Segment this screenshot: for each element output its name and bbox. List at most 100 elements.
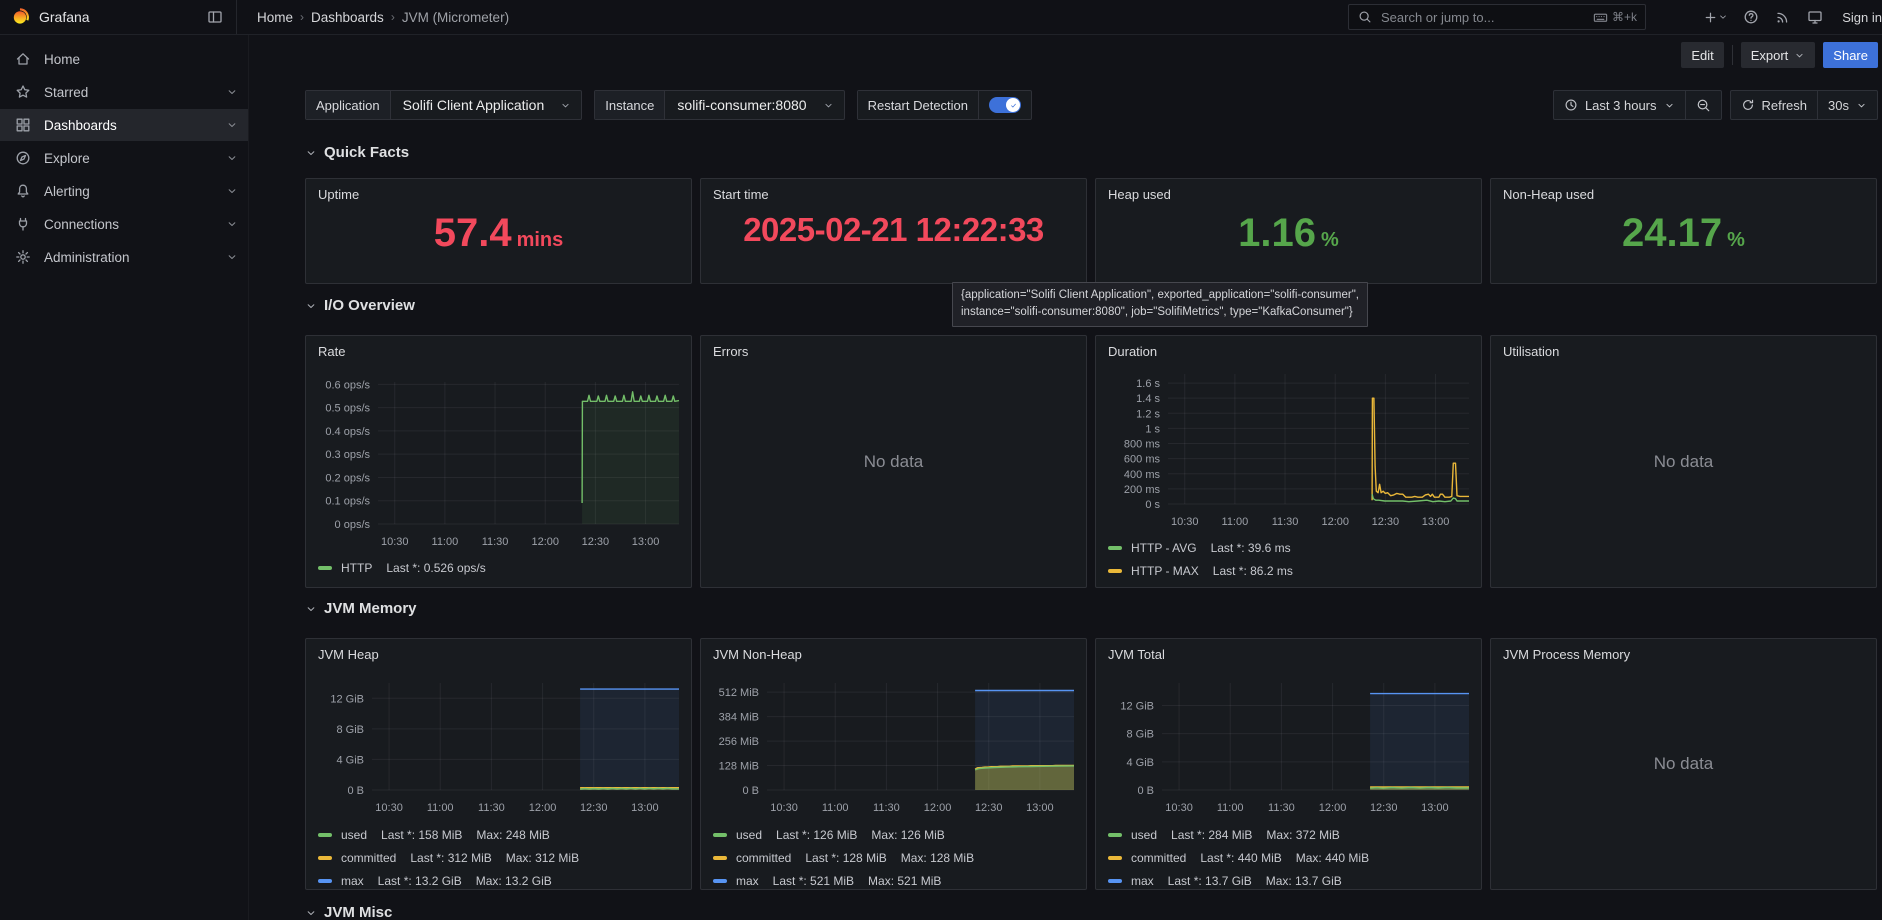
chevron-down-icon[interactable] bbox=[226, 218, 238, 230]
svg-text:128 MiB: 128 MiB bbox=[719, 761, 759, 773]
legend-item-http[interactable]: HTTPLast *: 0.526 ops/s bbox=[318, 556, 685, 579]
series-color-swatch bbox=[713, 879, 727, 883]
chevron-down-icon[interactable] bbox=[226, 119, 238, 131]
legend-item-max[interactable]: maxLast *: 521 MiBMax: 521 MiB bbox=[713, 869, 1080, 892]
panel-title[interactable]: Duration bbox=[1108, 344, 1157, 359]
time-range-picker[interactable]: Last 3 hours bbox=[1554, 91, 1685, 119]
svg-text:13:00: 13:00 bbox=[1026, 802, 1054, 814]
panel-title[interactable]: Errors bbox=[713, 344, 748, 359]
legend-item-max[interactable]: maxLast *: 13.2 GiBMax: 13.2 GiB bbox=[318, 869, 685, 892]
search-input[interactable] bbox=[1379, 9, 1587, 26]
restart-detection-toggle[interactable] bbox=[979, 91, 1031, 119]
panel-title[interactable]: JVM Non-Heap bbox=[713, 647, 802, 662]
svg-text:10:30: 10:30 bbox=[770, 802, 798, 814]
section-jvm-misc[interactable]: JVM Misc bbox=[305, 904, 392, 920]
legend-item-used[interactable]: usedLast *: 126 MiBMax: 126 MiB bbox=[713, 823, 1080, 846]
variable-label: Application bbox=[306, 91, 391, 119]
svg-text:1.4 s: 1.4 s bbox=[1136, 393, 1160, 405]
section-quick-facts[interactable]: Quick Facts bbox=[305, 144, 409, 161]
series-last-value: Last *: 128 MiB bbox=[805, 851, 886, 865]
sidebar-item-explore[interactable]: Explore bbox=[0, 142, 248, 174]
legend-item-http-avg[interactable]: HTTP - AVGLast *: 39.6 ms bbox=[1108, 536, 1475, 559]
svg-text:0 s: 0 s bbox=[1145, 499, 1160, 511]
grafana-logo[interactable] bbox=[10, 7, 30, 27]
sidebar-item-dashboards[interactable]: Dashboards bbox=[0, 109, 248, 141]
chevron-down-icon[interactable] bbox=[226, 152, 238, 164]
legend-item-max[interactable]: maxLast *: 13.7 GiBMax: 13.7 GiB bbox=[1108, 869, 1475, 892]
legend-item-used[interactable]: usedLast *: 158 MiBMax: 248 MiB bbox=[318, 823, 685, 846]
svg-text:400 ms: 400 ms bbox=[1124, 469, 1161, 481]
sidebar-item-starred[interactable]: Starred bbox=[0, 76, 248, 108]
jvm-nonheap-chart[interactable]: 0 B128 MiB256 MiB384 MiB512 MiB10:3011:0… bbox=[701, 639, 1086, 889]
sidebar-item-home[interactable]: Home bbox=[0, 43, 248, 75]
chevron-down-icon bbox=[823, 100, 834, 111]
panel-title[interactable]: Rate bbox=[318, 344, 345, 359]
zoom-out-button[interactable] bbox=[1685, 91, 1721, 119]
section-io-overview[interactable]: I/O Overview bbox=[305, 297, 415, 314]
breadcrumb-item[interactable]: Home bbox=[257, 10, 293, 25]
legend-item-http-max[interactable]: HTTP - MAXLast *: 86.2 ms bbox=[1108, 559, 1475, 582]
sign-in-link[interactable]: Sign in bbox=[1842, 10, 1882, 25]
variables-row: ApplicationSolifi Client ApplicationInst… bbox=[305, 90, 1032, 120]
help-icon[interactable] bbox=[1738, 4, 1764, 30]
chevron-down-icon[interactable] bbox=[226, 185, 238, 197]
jvm-heap-chart[interactable]: 0 B4 GiB8 GiB12 GiB10:3011:0011:3012:001… bbox=[306, 639, 691, 889]
grafana-app: Grafana Home›Dashboards›JVM (Micrometer)… bbox=[0, 0, 1882, 920]
sidebar-item-administration[interactable]: Administration bbox=[0, 241, 248, 273]
series-max-value: Max: 128 MiB bbox=[901, 851, 974, 865]
panel-title[interactable]: Uptime bbox=[318, 187, 359, 202]
refresh-button[interactable]: Refresh bbox=[1731, 91, 1818, 119]
refresh-interval-select[interactable]: 30s bbox=[1817, 91, 1877, 119]
dock-menu-icon[interactable] bbox=[202, 4, 228, 30]
legend-item-used[interactable]: usedLast *: 284 MiBMax: 372 MiB bbox=[1108, 823, 1475, 846]
legend-item-committed[interactable]: committedLast *: 312 MiBMax: 312 MiB bbox=[318, 846, 685, 869]
series-max-value: Max: 521 MiB bbox=[868, 874, 941, 888]
panel-title[interactable]: Heap used bbox=[1108, 187, 1171, 202]
news-icon[interactable] bbox=[1770, 4, 1796, 30]
refresh-group: Refresh 30s bbox=[1730, 90, 1879, 120]
brand: Grafana bbox=[0, 7, 202, 27]
panel-title[interactable]: Start time bbox=[713, 187, 769, 202]
chevron-down-icon[interactable] bbox=[226, 251, 238, 263]
edit-button[interactable]: Edit bbox=[1681, 42, 1723, 68]
panel-title[interactable]: JVM Process Memory bbox=[1503, 647, 1630, 662]
sidebar-item-connections[interactable]: Connections bbox=[0, 208, 248, 240]
legend-item-committed[interactable]: committedLast *: 440 MiBMax: 440 MiB bbox=[1108, 846, 1475, 869]
panel-title[interactable]: JVM Total bbox=[1108, 647, 1165, 662]
breadcrumb-item[interactable]: Dashboards bbox=[311, 10, 384, 25]
share-button[interactable]: Share bbox=[1823, 42, 1878, 68]
panel-title[interactable]: JVM Heap bbox=[318, 647, 379, 662]
section-jvm-memory[interactable]: JVM Memory bbox=[305, 600, 417, 617]
variable-value-select[interactable]: Solifi Client Application bbox=[391, 91, 582, 119]
kiosk-mode-icon[interactable] bbox=[1802, 4, 1828, 30]
svg-text:8 GiB: 8 GiB bbox=[336, 724, 364, 736]
panel-title[interactable]: Utilisation bbox=[1503, 344, 1559, 359]
series-last-value: Last *: 86.2 ms bbox=[1213, 564, 1293, 578]
sidebar-item-alerting[interactable]: Alerting bbox=[0, 175, 248, 207]
chart-legend: usedLast *: 126 MiBMax: 126 MiBcommitted… bbox=[713, 823, 1080, 892]
chevron-down-icon[interactable] bbox=[226, 86, 238, 98]
svg-text:0 B: 0 B bbox=[347, 785, 364, 797]
duration-chart[interactable]: 0 s200 ms400 ms600 ms800 ms1 s1.2 s1.4 s… bbox=[1096, 336, 1481, 587]
administration-icon bbox=[15, 249, 31, 265]
svg-text:13:00: 13:00 bbox=[631, 802, 659, 814]
chevron-down-icon bbox=[560, 100, 571, 111]
sidebar-item-label: Explore bbox=[44, 151, 90, 166]
sidebar-item-label: Home bbox=[44, 52, 80, 67]
series-name: HTTP - AVG bbox=[1131, 541, 1197, 555]
new-menu-button[interactable] bbox=[1698, 4, 1732, 30]
chart-legend: usedLast *: 158 MiBMax: 248 MiBcommitted… bbox=[318, 823, 685, 892]
breadcrumb-separator: › bbox=[391, 10, 395, 24]
rate-chart[interactable]: 0 ops/s0.1 ops/s0.2 ops/s0.3 ops/s0.4 op… bbox=[306, 336, 691, 587]
chevron-down-icon bbox=[305, 603, 317, 615]
export-button[interactable]: Export bbox=[1741, 42, 1816, 68]
series-max-value: Max: 248 MiB bbox=[476, 828, 549, 842]
variable-value-select[interactable]: solifi-consumer:8080 bbox=[665, 91, 843, 119]
no-data-message: No data bbox=[701, 336, 1086, 587]
legend-item-committed[interactable]: committedLast *: 128 MiBMax: 128 MiB bbox=[713, 846, 1080, 869]
svg-text:8 GiB: 8 GiB bbox=[1126, 729, 1154, 741]
panel-title[interactable]: Non-Heap used bbox=[1503, 187, 1594, 202]
jvm-total-chart[interactable]: 0 B4 GiB8 GiB12 GiB10:3011:0011:3012:001… bbox=[1096, 639, 1481, 889]
search-box[interactable]: ⌘+k bbox=[1348, 4, 1646, 30]
chart-legend: HTTPLast *: 0.526 ops/s bbox=[318, 556, 685, 579]
